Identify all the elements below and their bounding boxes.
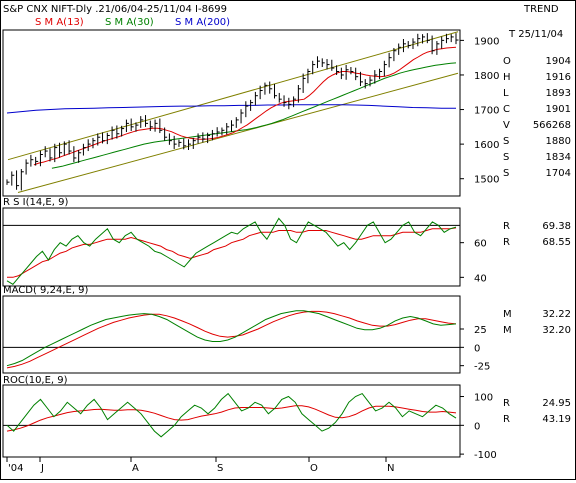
price-tick-label-4: 1900	[474, 36, 499, 47]
macd-readout-value-0: 32.22	[542, 309, 571, 320]
x-tick-label-0: '04	[8, 463, 23, 474]
rsi-readout-value-1: 68.55	[542, 237, 571, 248]
price-readout-key-2: L	[503, 88, 509, 99]
roc-tick-label-2: -100	[474, 450, 497, 461]
chart-title: S&P CNX NIFT-Dly .21/06/04-25/11/04 I-86…	[3, 4, 227, 15]
price-readout-key-6: S	[503, 152, 509, 163]
rsi-signal-line	[7, 227, 457, 278]
macd-tick-label-2: -25	[474, 362, 490, 373]
price-tick-label-1: 1600	[474, 140, 499, 151]
chart-svg: S&P CNX NIFT-Dly .21/06/04-25/11/04 I-86…	[0, 0, 576, 480]
macd-readout-value-1: 32.20	[542, 325, 571, 336]
price-readout-value-6: 1834	[546, 152, 571, 163]
price-tick-label-3: 1800	[474, 71, 499, 82]
rsi-readout-key-1: R	[503, 237, 510, 248]
trend-label: TREND	[523, 4, 559, 15]
price-readout-key-0: O	[503, 56, 511, 67]
price-readout-value-4: 566268	[533, 120, 571, 131]
price-tick-label-0: 1500	[474, 175, 499, 186]
price-readout-value-5: 1880	[546, 136, 571, 147]
price-readout-value-3: 1901	[546, 104, 571, 115]
macd-readout-key-1: M	[503, 325, 512, 336]
sma30-line	[51, 62, 457, 169]
price-tick-label-2: 1700	[474, 106, 499, 117]
roc-tick-label-0: 100	[474, 393, 493, 404]
panel-frame-1	[2, 207, 461, 287]
roc-signal-line	[6, 405, 457, 432]
panel-frame-3	[2, 384, 461, 458]
sma200-line	[6, 104, 456, 114]
legend-sma200: S M A(200)	[175, 17, 230, 28]
roc-readout-key-1: R	[503, 414, 510, 425]
panel-frame-0	[2, 29, 461, 197]
chart-marks: 1500 1600 1700 1800 1900 40 60 25 0 -25 100 0 -100 '0…	[0, 0, 576, 480]
date-label: T 25/11/04	[508, 29, 563, 40]
price-readout-value-7: 1704	[546, 168, 571, 179]
macd-tick-label-0: 25	[474, 325, 487, 336]
roc-tick-label-1: 0	[474, 421, 480, 432]
macd-readout-key-0: M	[503, 309, 512, 320]
price-readout-value-2: 1893	[546, 88, 571, 99]
rsi-readout-value-0: 69.38	[542, 221, 571, 232]
macd-signal-line	[6, 310, 457, 369]
legend-sma30: S M A(30)	[105, 17, 154, 28]
price-readout-key-5: S	[503, 136, 509, 147]
rsi-readout-key-0: R	[503, 221, 510, 232]
rsi-main-line	[6, 217, 457, 285]
roc-readout-value-0: 24.95	[542, 398, 571, 409]
roc-title: ROC(10,E, 9)	[3, 375, 68, 386]
price-readout-value-0: 1904	[546, 56, 571, 67]
macd-tick-label-1: 0	[474, 343, 480, 354]
x-tick-label-2: A	[132, 463, 139, 474]
roc-readout-key-0: R	[503, 398, 510, 409]
roc-readout-value-1: 43.19	[542, 414, 571, 425]
x-tick-label-4: O	[310, 463, 318, 474]
rsi-title: R S I(14,E, 9)	[3, 197, 68, 208]
x-tick-label-1: J	[40, 463, 44, 474]
chart-area: S&P CNX NIFT-Dly .21/06/04-25/11/04 I-86…	[0, 0, 576, 480]
price-readout-key-4: V	[503, 120, 510, 131]
roc-main-line	[6, 392, 457, 438]
macd-title: MACD( 9,24,E, 9)	[3, 285, 89, 296]
x-tick-label-5: N	[387, 463, 394, 474]
channel-upper	[7, 31, 459, 161]
price-readout-key-1: H	[503, 72, 511, 83]
rsi-tick-label-1: 60	[474, 239, 487, 250]
price-readout-key-3: C	[503, 104, 510, 115]
rsi-tick-label-0: 40	[474, 273, 487, 284]
price-readout-key-7: S	[503, 168, 509, 179]
channel-lower	[17, 72, 459, 194]
price-readout-value-1: 1916	[546, 72, 571, 83]
macd-main-line	[6, 310, 457, 367]
x-tick-label-3: S	[217, 463, 223, 474]
legend-sma13: S M A(13)	[35, 17, 84, 28]
